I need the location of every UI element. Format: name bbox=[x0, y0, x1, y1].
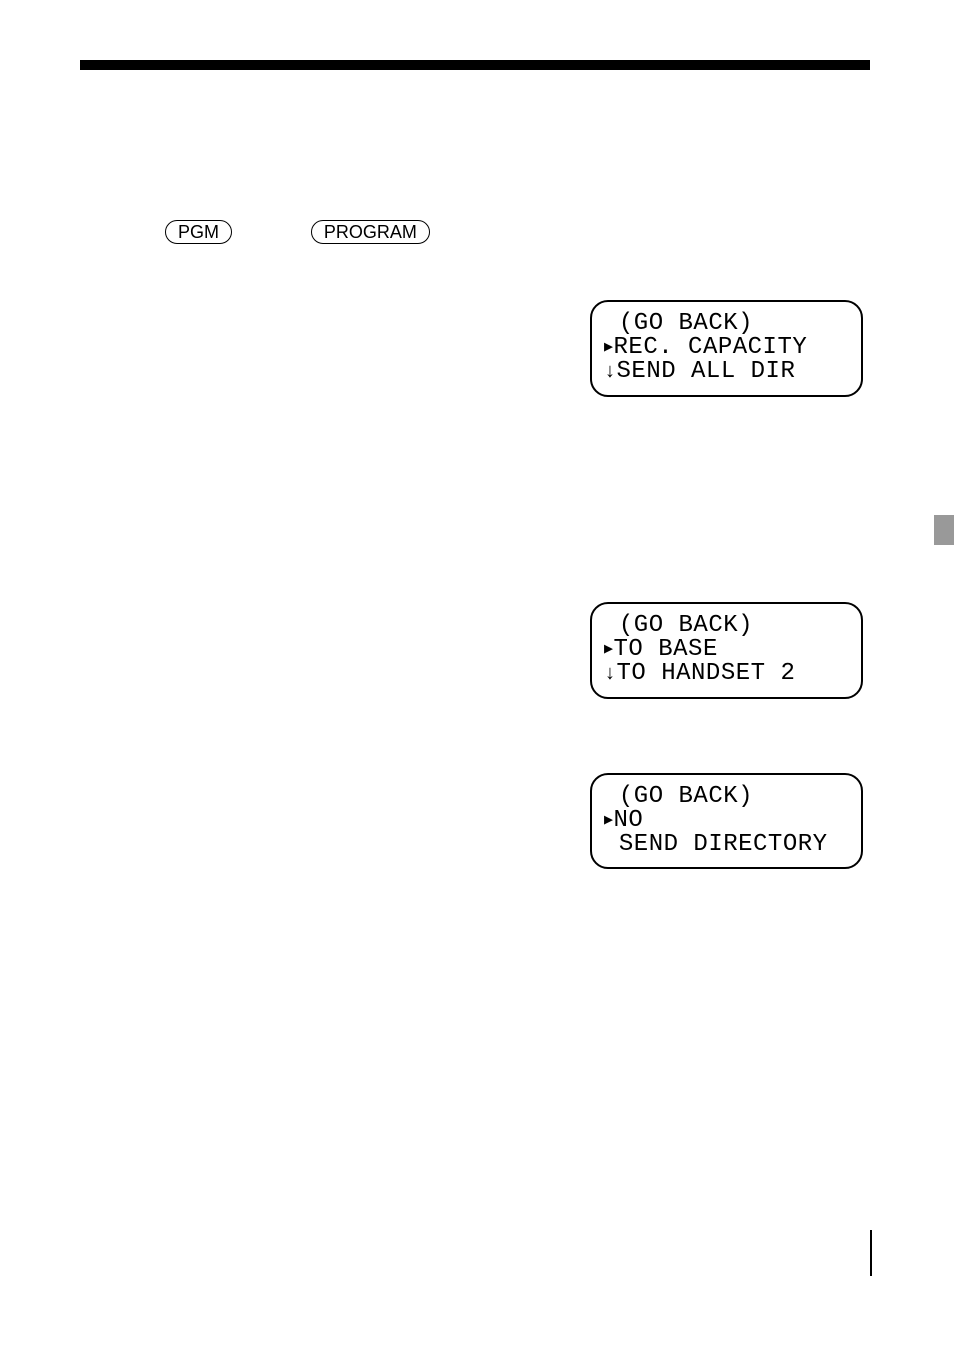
footer-divider bbox=[870, 1230, 872, 1276]
header-divider bbox=[80, 60, 870, 70]
program-button[interactable]: PROGRAM bbox=[311, 220, 430, 244]
pgm-button[interactable]: PGM bbox=[165, 220, 232, 244]
side-tab bbox=[934, 515, 954, 545]
lcd1-line1: (GO BACK) bbox=[604, 312, 849, 336]
right-arrow-icon bbox=[604, 807, 614, 834]
lcd3-line1: (GO BACK) bbox=[604, 785, 849, 809]
lcd1-line3: SEND ALL DIR bbox=[604, 360, 849, 385]
right-arrow-icon bbox=[604, 636, 614, 663]
lcd2-line3: TO HANDSET 2 bbox=[604, 662, 849, 687]
lcd2-line2: TO BASE bbox=[604, 638, 849, 662]
lcd-screen-2: (GO BACK) TO BASE TO HANDSET 2 bbox=[590, 602, 863, 699]
lcd3-line3: SEND DIRECTORY bbox=[604, 833, 849, 857]
right-arrow-icon bbox=[604, 334, 614, 361]
down-arrow-icon bbox=[604, 660, 617, 687]
lcd-screen-1: (GO BACK) REC. CAPACITY SEND ALL DIR bbox=[590, 300, 863, 397]
lcd-screen-3: (GO BACK) NO SEND DIRECTORY bbox=[590, 773, 863, 869]
button-row: PGM PROGRAM bbox=[165, 220, 430, 244]
lcd1-line2: REC. CAPACITY bbox=[604, 336, 849, 360]
down-arrow-icon bbox=[604, 358, 617, 385]
lcd3-line2: NO bbox=[604, 809, 849, 833]
lcd2-line1: (GO BACK) bbox=[604, 614, 849, 638]
